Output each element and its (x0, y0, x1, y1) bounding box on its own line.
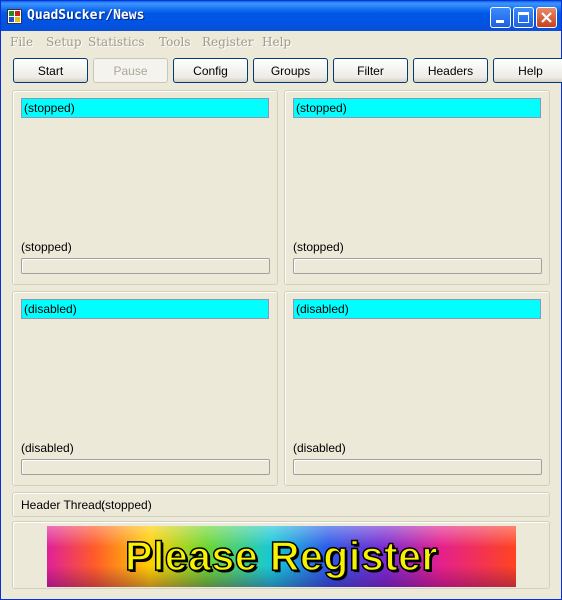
maximize-icon[interactable] (513, 7, 534, 28)
thread-progress-bar (21, 258, 270, 274)
menu-file[interactable]: File (10, 35, 33, 49)
config-button[interactable]: Config (173, 58, 248, 83)
thread-status-box: (stopped) (21, 98, 269, 118)
close-icon[interactable] (536, 7, 557, 28)
thread-status-box: (disabled) (21, 299, 269, 319)
minimize-icon[interactable] (490, 7, 511, 28)
thread-progress-bar (293, 258, 542, 274)
menu-setup[interactable]: Setup (46, 35, 82, 49)
filter-button[interactable]: Filter (333, 58, 408, 83)
help-button[interactable]: Help (493, 58, 562, 83)
thread-status-box: (disabled) (293, 299, 541, 319)
thread-panel-1: (stopped) (stopped) (12, 90, 278, 285)
banner-frame: Please Register (12, 521, 550, 589)
app-window: QuadSucker/News File Setup Statistics To… (0, 0, 562, 600)
thread-status-label: (stopped) (293, 240, 344, 254)
header-thread-status: Header Thread: (stopped) (12, 492, 550, 517)
thread-status-box: (stopped) (293, 98, 541, 118)
thread-status-label: (disabled) (293, 441, 346, 455)
start-button[interactable]: Start (13, 58, 88, 83)
app-icon (7, 9, 22, 24)
window-title: QuadSucker/News (27, 8, 145, 23)
header-thread-label: Header Thread: (21, 498, 105, 512)
thread-progress-bar (21, 459, 270, 475)
menu-statistics[interactable]: Statistics (88, 35, 145, 49)
thread-status-label: (disabled) (21, 441, 74, 455)
menu-bar: File Setup Statistics Tools Register Hel… (1, 32, 561, 52)
title-bar[interactable]: QuadSucker/News (1, 1, 561, 31)
header-thread-value: (stopped) (101, 498, 152, 512)
headers-button[interactable]: Headers (413, 58, 488, 83)
menu-help[interactable]: Help (262, 35, 291, 49)
thread-panel-3: (disabled) (disabled) (12, 291, 278, 486)
thread-panel-2: (stopped) (stopped) (284, 90, 550, 285)
thread-panel-4: (disabled) (disabled) (284, 291, 550, 486)
menu-register[interactable]: Register (202, 35, 253, 49)
groups-button[interactable]: Groups (253, 58, 328, 83)
register-banner-text: Please Register (124, 532, 438, 580)
thread-status-label: (stopped) (21, 240, 72, 254)
thread-progress-bar (293, 459, 542, 475)
pause-button[interactable]: Pause (93, 58, 168, 83)
register-banner[interactable]: Please Register (47, 526, 516, 587)
menu-tools[interactable]: Tools (159, 35, 191, 49)
